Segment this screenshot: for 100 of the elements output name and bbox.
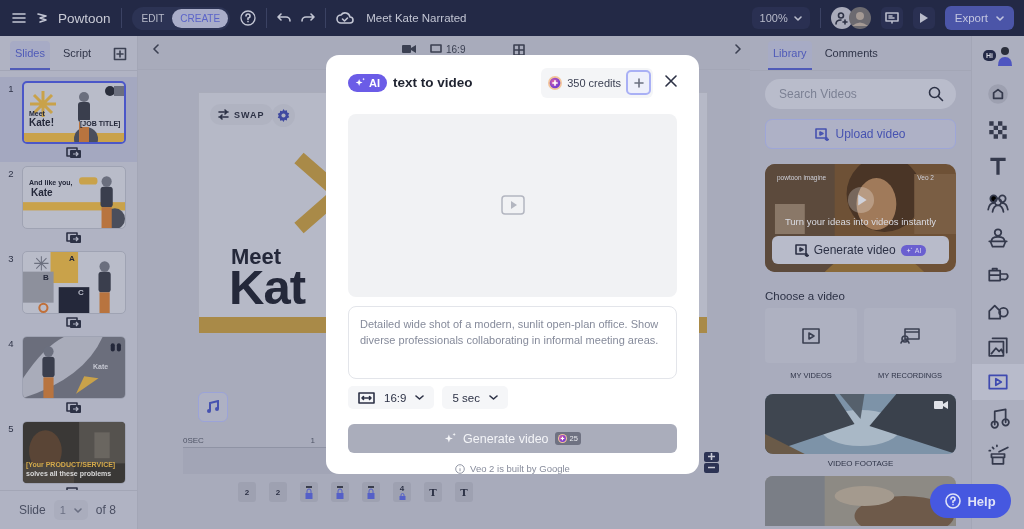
slide-letter: B — [43, 274, 49, 282]
locked-marker[interactable]: 4 — [393, 482, 411, 502]
character-drawing — [100, 176, 113, 228]
scene-marker[interactable]: 2 — [238, 482, 256, 502]
section-heading: Choose a video — [765, 290, 846, 302]
transition-icon[interactable] — [66, 147, 82, 159]
sparkle-icon — [905, 246, 913, 254]
lock-icon[interactable] — [362, 482, 380, 502]
info-icon — [455, 463, 466, 474]
lock-icon[interactable] — [331, 482, 349, 502]
panel-tab[interactable]: Library — [768, 41, 812, 70]
presentation-icon — [884, 12, 899, 24]
add-user-icon — [834, 11, 849, 25]
aspect-label[interactable]: 16:9 — [446, 44, 466, 55]
text-marker[interactable]: T — [424, 482, 442, 502]
cloud-check-icon[interactable] — [336, 11, 355, 25]
chevron-down-icon — [996, 15, 1004, 21]
aspect-ratio-dropdown[interactable]: 16:9 — [348, 386, 435, 410]
text-marker[interactable]: T — [455, 482, 473, 502]
project-title[interactable]: Meet Kate Narrated — [366, 12, 467, 24]
slide-number: 1 — [7, 82, 15, 96]
slide-letter: C — [78, 289, 84, 297]
zoom-dropdown[interactable]: 100% — [751, 7, 810, 29]
video-add-icon — [815, 127, 830, 141]
present-button[interactable] — [880, 7, 903, 29]
add-user-button[interactable] — [830, 7, 853, 29]
duration-dropdown[interactable]: 5 sec — [442, 386, 508, 410]
video-add-icon — [794, 243, 809, 257]
add-credits-button[interactable] — [626, 70, 651, 96]
redo-icon[interactable] — [301, 12, 316, 24]
play-icon[interactable] — [847, 186, 875, 214]
chevron-down-icon — [488, 395, 498, 401]
minus-icon — [708, 464, 715, 471]
asset-category-tab[interactable] — [972, 364, 1024, 400]
play-icon — [500, 195, 525, 216]
close-icon — [665, 75, 677, 88]
brand-name: Powtoon — [58, 10, 111, 26]
plus-icon — [708, 453, 715, 460]
logo-icon — [36, 12, 48, 24]
slide-title: Kate! — [29, 118, 54, 128]
music-icon — [206, 400, 220, 414]
swap-icon — [218, 109, 229, 120]
lock-icon[interactable] — [300, 482, 318, 502]
category-label: VIDEO FOOTAGE — [826, 459, 895, 468]
scene-marker[interactable]: 2 — [269, 482, 287, 502]
add-slide-icon[interactable] — [113, 47, 127, 61]
transition-icon[interactable] — [66, 317, 82, 329]
video-icon — [802, 327, 820, 344]
transition-icon[interactable] — [66, 232, 82, 244]
collapse-left-icon[interactable] — [152, 44, 160, 54]
upload-video-button[interactable]: Upload video — [765, 119, 956, 149]
aspect-ratio-icon — [358, 391, 375, 404]
settings-icon — [276, 108, 291, 123]
coin-icon — [548, 75, 563, 90]
help-icon — [945, 493, 962, 509]
zoom-out-button[interactable] — [704, 463, 719, 473]
menu-icon[interactable] — [12, 11, 26, 25]
play-icon — [918, 12, 929, 24]
plus-icon — [633, 77, 644, 88]
camera-icon[interactable] — [402, 44, 416, 54]
timeline-label: 0SEC — [183, 436, 204, 445]
slide-number: 4 — [7, 337, 15, 351]
prompt-field[interactable]: Detailed wide shot of a modern, sunlit open-plan office. Show diverse professionals collaborating in informal meeting areas. — [348, 305, 677, 380]
slide-label: Slide — [19, 503, 46, 517]
checkerboard-icon — [986, 118, 1010, 142]
transition-icon[interactable] — [66, 402, 82, 414]
music-button[interactable] — [198, 392, 228, 422]
undo-icon[interactable] — [277, 12, 292, 24]
expand-right-icon[interactable] — [734, 44, 742, 54]
search-icon[interactable] — [928, 86, 944, 102]
panel-tab[interactable]: Slides — [10, 41, 50, 70]
slide-letter: A — [69, 255, 75, 263]
slide-thumbnail[interactable]: A B C — [22, 251, 126, 314]
frame-icon — [430, 44, 442, 53]
help-button[interactable]: Help — [930, 484, 1011, 518]
panel-tab[interactable]: Script — [57, 41, 97, 70]
layout-icon[interactable] — [513, 44, 526, 56]
swap-button[interactable]: SWAP — [210, 104, 273, 125]
credits-label: 350 credits — [567, 76, 621, 89]
attribution-note: Veo 2 is built by Google — [470, 463, 570, 474]
slide-number: 5 — [7, 422, 15, 436]
dialog-title: text to video — [393, 75, 473, 91]
play-button[interactable] — [912, 7, 935, 29]
search-field[interactable]: Search Videos — [765, 79, 956, 109]
chevron-down-icon — [793, 15, 802, 21]
zoom-in-button[interactable] — [704, 452, 719, 462]
video-source-tile[interactable] — [765, 308, 857, 363]
video-source-tile[interactable] — [864, 308, 956, 363]
person-icon[interactable] — [997, 44, 1013, 66]
export-button[interactable]: Export — [944, 6, 1014, 30]
coin-icon — [557, 434, 567, 444]
slide-number: 3 — [7, 252, 15, 266]
camera-icon — [934, 400, 948, 410]
mode-toggle[interactable]: EDIT — [133, 8, 173, 28]
slide-number: 2 — [7, 167, 15, 181]
slide-total: of 8 — [95, 503, 116, 517]
settings-button[interactable] — [272, 104, 295, 127]
panel-tab[interactable]: Comments — [819, 41, 883, 70]
avatar[interactable] — [848, 7, 871, 29]
help-icon[interactable] — [240, 10, 257, 26]
